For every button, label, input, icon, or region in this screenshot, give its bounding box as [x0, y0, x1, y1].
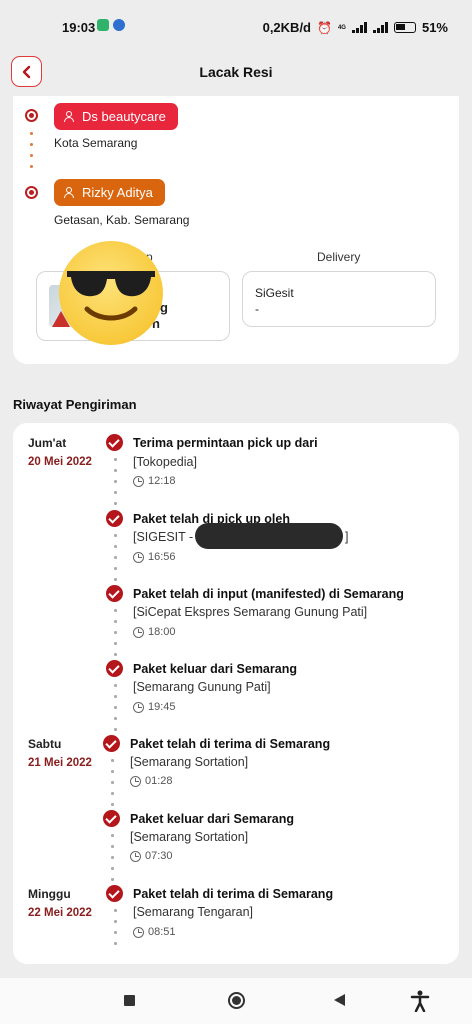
check-icon [106, 660, 123, 677]
event-title: Paket telah di input (manifested) di Sem… [133, 587, 404, 601]
delivery-courier-value: - [255, 302, 259, 316]
event-time-text: 12:18 [148, 475, 176, 487]
timeline-dots [114, 609, 117, 664]
clock-icon [133, 701, 144, 713]
person-icon [64, 111, 74, 122]
status-right: 0,2KB/d ⏰ 4G 51% [263, 20, 448, 35]
signal-type: 4G [337, 24, 346, 31]
event-detail: [Semarang Gunung Pati] [133, 680, 271, 694]
sender-name: Ds beautycare [82, 109, 166, 124]
accessibility-icon[interactable] [410, 990, 430, 1012]
battery-percent: 51% [421, 20, 448, 35]
receiver-location: Getasan, Kab. Semarang [54, 213, 190, 227]
clock-icon [133, 926, 144, 938]
day-group-friday: Jum'at 20 Mei 2022 [28, 436, 92, 468]
page-title: Lacak Resi [199, 64, 273, 80]
status-bar: 19:03 0,2KB/d ⏰ 4G 51% [0, 0, 472, 50]
sender-marker-icon [25, 109, 38, 122]
event-time: 07:30 [130, 850, 173, 862]
event-title: Terima permintaan pick up dari [133, 436, 318, 450]
notification-icons [97, 19, 125, 31]
receiver-chip: Rizky Aditya [54, 179, 165, 206]
day-group-saturday: Sabtu 21 Mei 2022 [28, 737, 92, 769]
event-time-text: 16:56 [148, 551, 176, 563]
sender-location: Kota Semarang [54, 136, 138, 150]
event-detail: [SIGESIT - [133, 530, 194, 544]
event-time-text: 18:00 [148, 626, 176, 638]
day-date: 22 Mei 2022 [28, 907, 92, 919]
event-time: 16:56 [133, 551, 176, 563]
redaction-bar [195, 523, 343, 549]
check-icon [106, 434, 123, 451]
event-time: 19:45 [133, 701, 176, 713]
sunglasses-emoji-sticker [59, 241, 163, 345]
sunglasses-face-icon [67, 271, 155, 321]
delivery-courier-name: SiGesit [255, 286, 294, 300]
clock-icon [133, 475, 144, 487]
event-time-text: 19:45 [148, 701, 176, 713]
clock-icon [130, 775, 141, 787]
signal-icon-2 [372, 22, 388, 33]
check-icon [106, 510, 123, 527]
receiver-marker-icon [25, 186, 38, 199]
timeline-dots [114, 909, 117, 953]
day-date: 20 Mei 2022 [28, 456, 92, 468]
system-nav-bar [0, 978, 472, 1024]
clock-icon [133, 626, 144, 638]
event-detail: [Semarang Sortation] [130, 755, 249, 769]
back-triangle-icon[interactable] [334, 994, 345, 1006]
day-name: Jum'at [28, 436, 67, 450]
receiver-name: Rizky Aditya [82, 185, 153, 200]
event-time-text: 01:28 [145, 775, 173, 787]
sender-chip: Ds beautycare [54, 103, 178, 130]
delivery-courier-box: SiGesit - [242, 271, 436, 327]
battery-icon [393, 22, 416, 33]
recents-icon[interactable] [124, 995, 135, 1006]
event-time: 12:18 [133, 475, 176, 487]
clock-icon [133, 551, 144, 563]
history-title: Riwayat Pengiriman [13, 397, 137, 412]
signal-icon [351, 22, 367, 33]
event-time: 01:28 [130, 775, 173, 787]
whatsapp-icon [97, 19, 109, 31]
timeline-dots [111, 759, 114, 814]
timeline-dots [114, 534, 117, 589]
event-title: Paket keluar dari Semarang [130, 812, 294, 826]
event-title: Paket keluar dari Semarang [133, 662, 297, 676]
timeline-dots [114, 684, 117, 739]
clock-icon [130, 850, 141, 862]
event-title: Paket telah di terima di Semarang [133, 887, 334, 901]
route-dots [30, 132, 33, 176]
event-detail-end: ] [345, 530, 349, 544]
day-group-sunday: Minggu 22 Mei 2022 [28, 887, 92, 919]
person-icon [64, 187, 74, 198]
status-time: 19:03 [62, 20, 96, 35]
check-icon [103, 810, 120, 827]
check-icon [106, 885, 123, 902]
event-time: 08:51 [133, 926, 176, 938]
app-notification-icon [113, 19, 125, 31]
event-detail: [Semarang Tengaran] [133, 905, 253, 919]
timeline-dots [114, 458, 117, 513]
event-time-text: 08:51 [148, 926, 176, 938]
check-icon [106, 585, 123, 602]
delivery-label: Delivery [317, 250, 361, 264]
header: Lacak Resi [0, 50, 472, 94]
event-detail: [SiCepat Ekspres Semarang Gunung Pati] [133, 605, 368, 619]
alarm-icon: ⏰ [317, 20, 332, 35]
event-time-text: 07:30 [145, 850, 173, 862]
day-date: 21 Mei 2022 [28, 757, 92, 769]
check-icon [103, 735, 120, 752]
home-icon[interactable] [228, 992, 245, 1009]
event-time: 18:00 [133, 626, 176, 638]
event-detail: [Tokopedia] [133, 455, 197, 469]
day-name: Sabtu [28, 737, 62, 751]
event-detail: [Semarang Sortation] [130, 830, 249, 844]
timeline-dots [111, 834, 114, 889]
event-title: Paket telah di terima di Semarang [130, 737, 331, 751]
day-name: Minggu [28, 887, 71, 901]
network-speed: 0,2KB/d [262, 20, 311, 35]
